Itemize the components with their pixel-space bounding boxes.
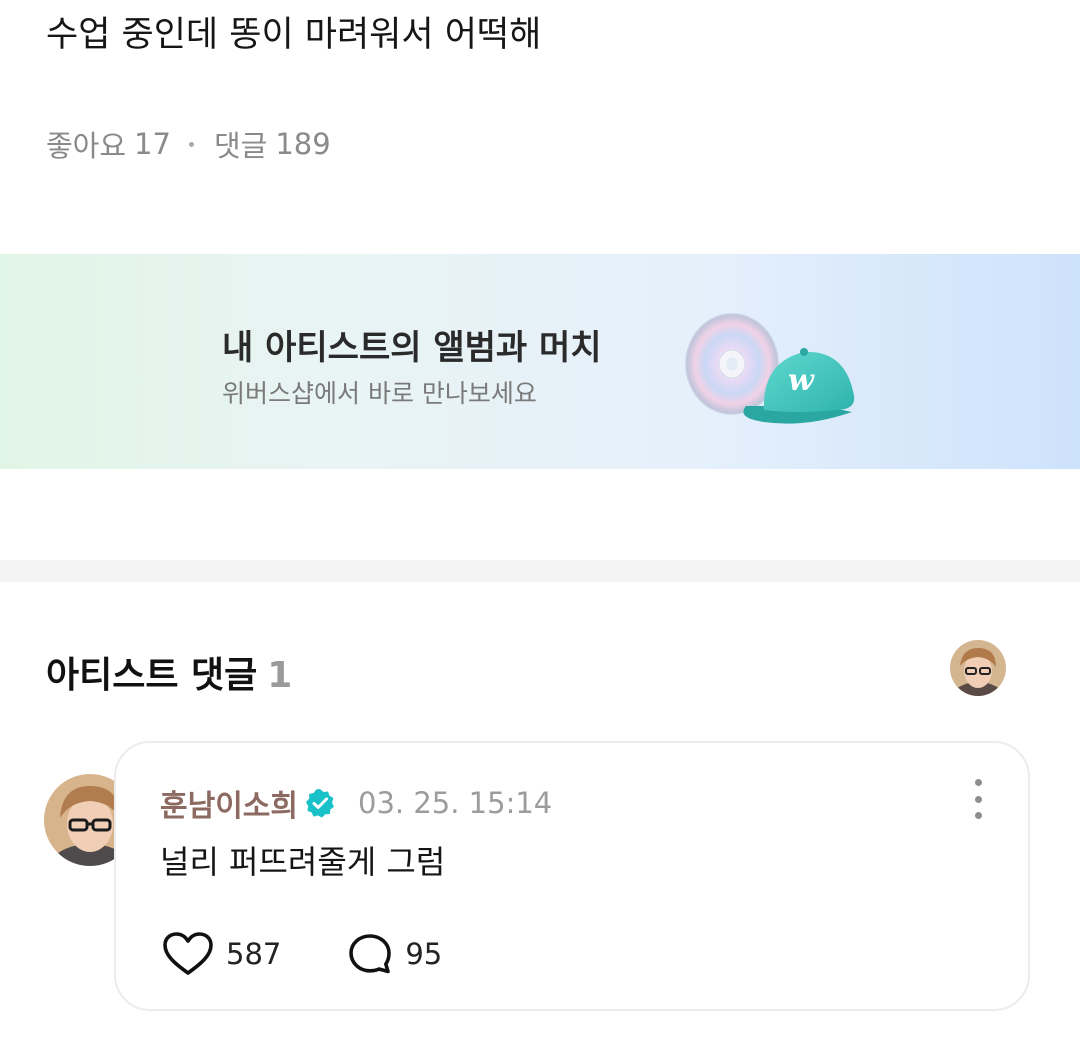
weverse-shop-banner[interactable]: 내 아티스트의 앨범과 머치 위버스샵에서 바로 만나보세요 w xyxy=(0,254,1080,469)
speech-bubble-icon xyxy=(349,934,392,974)
more-options-icon[interactable] xyxy=(966,779,990,819)
verified-badge-icon xyxy=(306,789,334,818)
separator-dot xyxy=(188,141,194,147)
banner-headline: 내 아티스트의 앨범과 머치 xyxy=(222,328,602,368)
comments-count[interactable]: 189 xyxy=(275,127,330,161)
post-title: 수업 중인데 똥이 마려워서 어떡해 xyxy=(46,15,542,55)
comment-reactions: 587 95 xyxy=(162,931,442,977)
artist-comments-label: 아티스트 댓글 xyxy=(46,655,258,696)
comment-text: 널리 퍼뜨려줄게 그럼 xyxy=(160,843,446,881)
heart-icon xyxy=(163,932,213,975)
comments-label[interactable]: 댓글 xyxy=(214,123,267,165)
artist-comments-title: 아티스트 댓글 1 xyxy=(46,646,292,698)
comment-author[interactable]: 훈남이소희 xyxy=(160,781,298,825)
reply-count: 95 xyxy=(405,937,443,971)
cap-logo: w xyxy=(788,363,815,398)
banner-artwork: w xyxy=(685,313,855,424)
likes-label[interactable]: 좋아요 xyxy=(46,123,126,165)
comment-timestamp: 03. 25. 15:14 xyxy=(358,786,553,820)
artist-comment-card: 훈남이소희 03. 25. 15:14 널리 퍼뜨려줄게 그럼 587 95 xyxy=(114,741,1030,1011)
artist-avatar-icon[interactable] xyxy=(950,640,1006,696)
reply-button[interactable]: 95 xyxy=(347,932,442,976)
likes-count[interactable]: 17 xyxy=(134,127,171,161)
like-count: 587 xyxy=(226,937,282,971)
comment-header: 훈남이소희 03. 25. 15:14 xyxy=(160,781,552,825)
like-button[interactable]: 587 xyxy=(162,931,281,977)
post-stats: 좋아요 17 댓글 189 xyxy=(46,124,331,164)
banner-subtext: 위버스샵에서 바로 만나보세요 xyxy=(222,379,537,408)
artist-comments-count: 1 xyxy=(267,655,293,696)
section-divider xyxy=(0,560,1080,582)
